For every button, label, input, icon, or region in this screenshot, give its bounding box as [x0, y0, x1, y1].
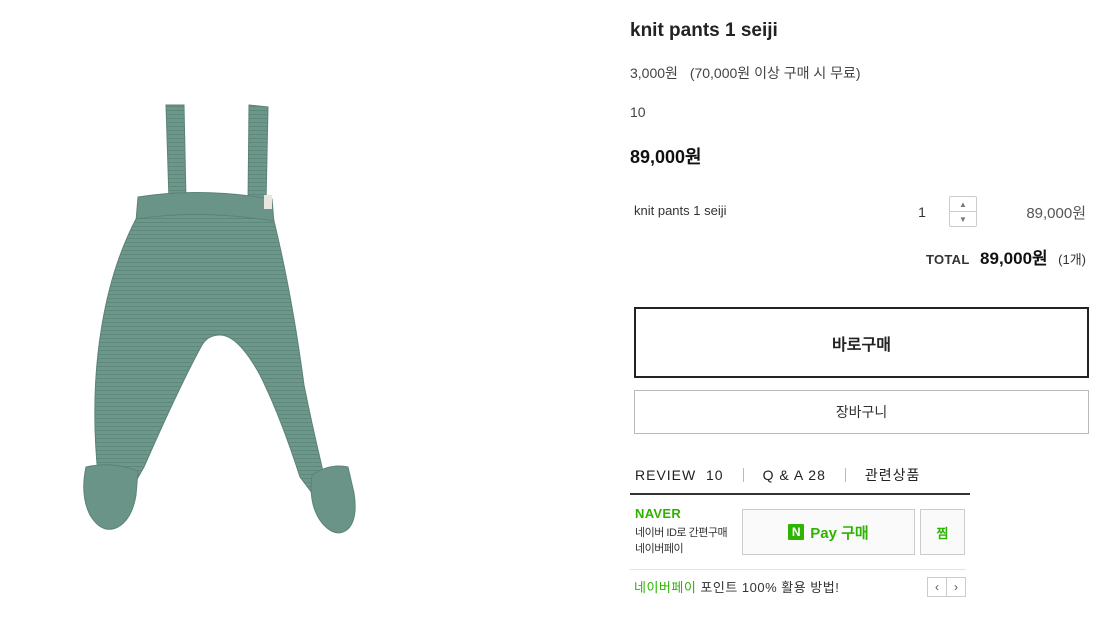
tab-qna[interactable]: Q & A 28 [758, 467, 831, 483]
total-label: TOTAL [925, 252, 970, 267]
quantity-down-icon[interactable]: ▼ [950, 212, 976, 226]
total-amount: 89,000원 [980, 249, 1048, 268]
divider [630, 569, 966, 570]
naver-pay-button[interactable]: N Pay 구매 [742, 509, 915, 555]
quantity-stepper[interactable]: ▲ ▼ [949, 196, 977, 227]
product-price: 89,000원 [630, 147, 702, 167]
shipping-info: 3,000원 (70,000원 이상 구매 시 무료) [630, 63, 861, 83]
tab-divider [844, 468, 846, 482]
naver-desc-line1: 네이버 ID로 간편구매 [635, 527, 728, 539]
total-count: (1개) [1058, 252, 1086, 267]
tab-divider [742, 468, 744, 482]
tab-review[interactable]: REVIEW 10 [630, 467, 729, 483]
buy-now-button[interactable]: 바로구매 [634, 307, 1089, 378]
chevron-right-icon[interactable]: › [946, 577, 966, 597]
option-price: 89,000원 [1026, 205, 1086, 222]
promo-highlight: 네이버페이 [634, 580, 697, 595]
quantity-input[interactable]: 1 [905, 204, 939, 220]
tab-related[interactable]: 관련상품 [860, 465, 926, 485]
naver-pay-promo[interactable]: 네이버페이 포인트 100% 활용 방법! [634, 577, 839, 596]
promo-text: 포인트 100% 활용 방법! [696, 580, 840, 595]
naver-logo: NAVER [635, 506, 682, 521]
option-name: knit pants 1 seiji [634, 203, 727, 218]
quantity-up-icon[interactable]: ▲ [950, 197, 976, 212]
detail-tabs: REVIEW 10 Q & A 28 관련상품 [630, 457, 970, 495]
product-title: knit pants 1 seiji [630, 20, 778, 41]
naver-n-icon: N [788, 524, 805, 540]
shipping-fee: 3,000원 [630, 65, 678, 81]
naver-desc-line2: 네이버페이 [635, 543, 684, 555]
chevron-left-icon[interactable]: ‹ [927, 577, 947, 597]
naver-pay-label: Pay 구매 [810, 524, 869, 542]
product-image [83, 104, 356, 534]
shipping-note: (70,000원 이상 구매 시 무료) [689, 65, 861, 81]
wishlist-button[interactable]: 찜 [920, 509, 965, 555]
quantity-note: 10 [630, 104, 646, 120]
add-to-cart-button[interactable]: 장바구니 [634, 390, 1089, 434]
total-row: TOTAL 89,000원 (1개) [900, 244, 1086, 269]
